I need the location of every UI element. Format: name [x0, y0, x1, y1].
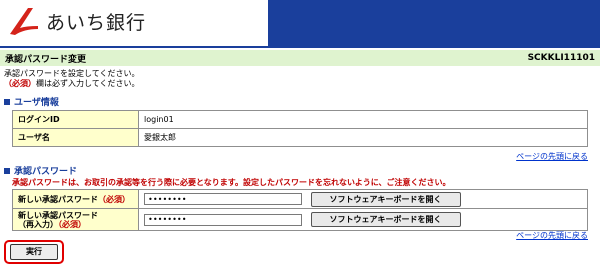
header-rule — [0, 46, 600, 48]
execute-button[interactable]: 実行 — [10, 244, 58, 260]
intro-text: 承認パスワードを設定してください。 （必須）欄は必ず入力してください。 — [4, 69, 140, 89]
intro-line-2-rest: 欄は必ず入力してください。 — [36, 79, 140, 88]
password-table: 新しい承認パスワード（必須） ソフトウェアキーボードを開く 新しい承認パスワード… — [12, 189, 588, 231]
back-to-top-link[interactable]: ページの先頭に戻る — [516, 230, 588, 241]
intro-line-2: （必須）欄は必ず入力してください。 — [4, 79, 140, 89]
required-tag: （必須） — [58, 219, 86, 229]
user-name-label: ユーザ名 — [12, 128, 139, 147]
user-name-value: 愛銀太郎 — [138, 128, 588, 147]
confirm-password-input[interactable] — [144, 213, 302, 226]
title-bar: 承認パスワード変更 SCKKLI11101 — [0, 50, 600, 66]
section-bullet-icon — [4, 98, 10, 105]
reentry-tag: （再入力） — [18, 219, 58, 229]
user-info-heading: ユーザ情報 — [4, 95, 59, 108]
header-band — [268, 0, 600, 46]
confirm-password-cell: ソフトウェアキーボードを開く — [138, 208, 588, 231]
new-password-input[interactable] — [144, 193, 302, 205]
table-row: 新しい承認パスワード （再入力）（必須） ソフトウェアキーボードを開く — [12, 208, 588, 231]
table-row: ユーザ名 愛銀太郎 — [12, 128, 588, 147]
screen-code: SCKKLI11101 — [527, 53, 595, 63]
submit-highlight: 実行 — [4, 240, 64, 264]
logo-mark-icon — [10, 8, 38, 35]
user-info-table: ログインID login01 ユーザ名 愛銀太郎 — [12, 110, 588, 147]
table-row: 新しい承認パスワード（必須） ソフトウェアキーボードを開く — [12, 189, 588, 209]
password-warning: 承認パスワードは、お取引の承認等を行う際に必要となります。設定したパスワードを忘… — [12, 178, 451, 187]
confirm-password-label-line-1: 新しい承認パスワード — [18, 210, 98, 220]
required-tag: （必須） — [98, 194, 130, 204]
login-id-value: login01 — [138, 110, 588, 129]
new-password-cell: ソフトウェアキーボードを開く — [138, 189, 588, 209]
page-title: 承認パスワード変更 — [5, 54, 87, 65]
back-to-top-link[interactable]: ページの先頭に戻る — [516, 151, 588, 162]
login-id-label: ログインID — [12, 110, 139, 129]
table-row: ログインID login01 — [12, 110, 588, 129]
bank-logo: あいち銀行 — [6, 4, 146, 38]
user-info-heading-label: ユーザ情報 — [14, 98, 59, 108]
section-bullet-icon — [4, 167, 10, 174]
new-password-label-text: 新しい承認パスワード — [18, 194, 98, 204]
required-tag: （必須） — [4, 79, 36, 88]
header: あいち銀行 — [0, 0, 600, 46]
new-password-label: 新しい承認パスワード（必須） — [12, 189, 139, 209]
confirm-password-label: 新しい承認パスワード （再入力）（必須） — [12, 208, 139, 231]
bank-name: あいち銀行 — [46, 11, 147, 34]
intro-line-1: 承認パスワードを設定してください。 — [4, 69, 140, 78]
password-heading-label: 承認パスワード — [14, 167, 78, 177]
password-heading: 承認パスワード — [4, 164, 77, 177]
confirm-password-label-line-2: （再入力）（必須） — [18, 220, 133, 229]
software-keyboard-button[interactable]: ソフトウェアキーボードを開く — [310, 191, 461, 207]
software-keyboard-button[interactable]: ソフトウェアキーボードを開く — [310, 212, 461, 227]
